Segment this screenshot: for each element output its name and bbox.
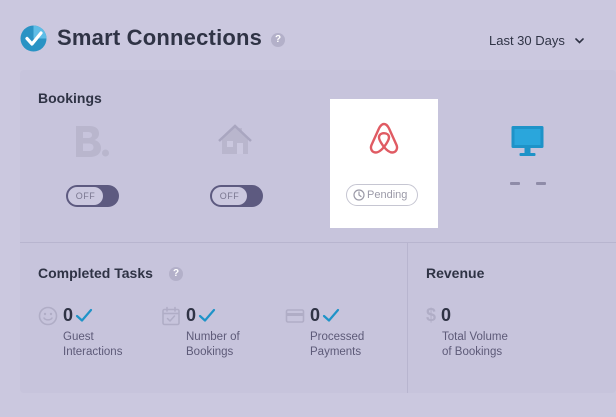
- stat-label-line: Interactions: [63, 346, 123, 358]
- stat-label-line: Total Volume: [442, 331, 508, 343]
- pending-label: Pending: [367, 189, 408, 201]
- stat-label-line: Processed: [310, 331, 365, 343]
- homeaway-icon[interactable]: [218, 123, 252, 157]
- stat-label: Number of Bookings: [186, 330, 286, 360]
- airbnb-icon: [369, 122, 399, 154]
- stat-value: 0: [186, 305, 197, 325]
- bookings-heading: Bookings: [38, 90, 102, 106]
- pending-status-badge: Pending: [346, 184, 418, 206]
- chevron-down-icon: [574, 38, 584, 44]
- toggle-off-label: OFF: [212, 187, 247, 205]
- airbnb-channel-panel[interactable]: Pending: [330, 99, 438, 228]
- booking-com-icon[interactable]: [74, 124, 110, 160]
- stat-label-line: Guest: [63, 331, 94, 343]
- checkmark-icon: [322, 308, 340, 322]
- toggle-off-label: OFF: [68, 187, 103, 205]
- page-title: Smart Connections: [57, 25, 263, 50]
- stat-value: 0: [63, 305, 74, 325]
- homeaway-toggle[interactable]: OFF: [210, 185, 263, 207]
- smiley-icon: [38, 306, 58, 326]
- booking-com-toggle[interactable]: OFF: [66, 185, 119, 207]
- stat-label-line: Payments: [310, 346, 362, 358]
- stat-label: Guest Interactions: [63, 330, 163, 360]
- credit-card-icon: [285, 309, 305, 323]
- section-divider: [20, 242, 616, 243]
- header: Smart Connections ? Last 30 Days: [0, 0, 616, 70]
- stat-label-line: Bookings: [186, 346, 234, 358]
- date-range-dropdown[interactable]: Last 30 Days: [489, 33, 584, 48]
- date-range-label: Last 30 Days: [489, 33, 565, 48]
- completed-tasks-heading: Completed Tasks: [38, 265, 153, 281]
- smart-connections-card: Bookings OFF OFF Pending Completed Tasks…: [20, 70, 616, 393]
- stat-label-line: of Bookings: [442, 346, 503, 358]
- stat-label-line: Number of: [186, 331, 240, 343]
- checkmark-icon: [75, 308, 93, 322]
- app-logo-icon: [20, 25, 47, 52]
- website-status-placeholder: [510, 182, 546, 188]
- clock-icon: [353, 189, 365, 201]
- revenue-heading: Revenue: [426, 265, 485, 281]
- currency-symbol: $: [426, 305, 437, 325]
- stat-label: Total Volume of Bookings: [442, 330, 542, 360]
- help-icon[interactable]: ?: [271, 33, 285, 47]
- checkmark-icon: [198, 308, 216, 322]
- calendar-check-icon: [162, 306, 180, 326]
- stat-label: Processed Payments: [310, 330, 410, 360]
- stat-value: 0: [441, 305, 452, 325]
- stat-value: 0: [310, 305, 321, 325]
- column-divider: [407, 242, 408, 393]
- desktop-monitor-icon[interactable]: [510, 124, 545, 159]
- help-icon[interactable]: ?: [169, 267, 183, 281]
